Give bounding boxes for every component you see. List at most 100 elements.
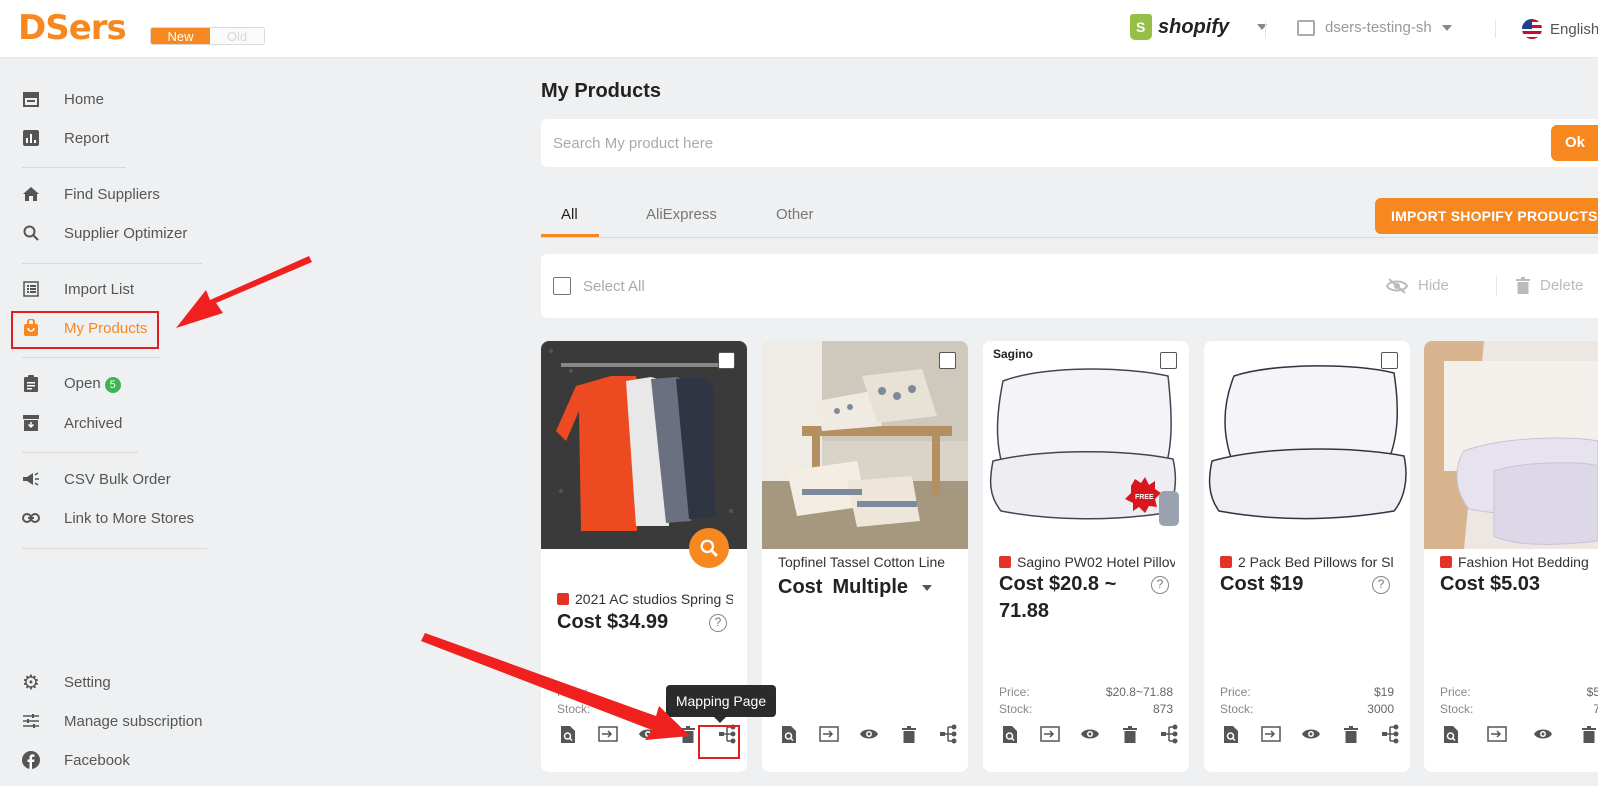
sidebar-item-label: Supplier Optimizer (64, 224, 188, 242)
product-title[interactable]: 2021 AC studios Spring S (557, 591, 733, 607)
trash-icon[interactable] (1578, 723, 1598, 745)
sidebar-item-link-stores[interactable]: Link to More Stores (22, 503, 194, 533)
product-title[interactable]: Fashion Hot Bedding (1440, 554, 1598, 570)
product-title[interactable]: Topfinel Tassel Cotton Line (778, 554, 954, 570)
tab-aliexpress[interactable]: AliExpress (646, 206, 717, 223)
eye-icon[interactable] (858, 723, 880, 745)
sidebar-item-archived[interactable]: Archived (22, 408, 122, 438)
sidebar-item-label: Report (64, 129, 110, 147)
product-card[interactable]: Fashion Hot Bedding Cost $5.03 Price: $5 … (1424, 341, 1598, 772)
eye-icon[interactable] (1300, 723, 1322, 745)
tab-other[interactable]: Other (776, 206, 814, 223)
sidebar-item-facebook[interactable]: Facebook (22, 745, 130, 775)
stock-label: Stock: (557, 702, 591, 716)
push-to-store-icon[interactable] (1039, 723, 1061, 745)
bar-chart-icon (22, 129, 40, 147)
select-all[interactable]: Select All (553, 277, 645, 295)
trash-icon[interactable] (1340, 723, 1362, 745)
sidebar-item-report[interactable]: Report (22, 123, 109, 153)
aliexpress-icon (999, 556, 1011, 568)
stock-label: Stock: (1440, 702, 1474, 716)
product-checkbox[interactable] (718, 352, 735, 369)
trash-icon[interactable] (1119, 723, 1141, 745)
help-icon[interactable]: ? (1372, 576, 1390, 594)
eye-icon[interactable] (1079, 723, 1101, 745)
product-card[interactable]: Sagino FREE Sagino PW02 Hotel Pillov Cos… (983, 341, 1189, 772)
sidebar-item-csv-bulk-order[interactable]: CSV Bulk Order (22, 464, 171, 494)
megaphone-icon (22, 470, 40, 488)
product-checkbox[interactable] (939, 352, 956, 369)
product-detail-icon[interactable] (1440, 723, 1462, 745)
product-image[interactable] (541, 341, 747, 549)
sidebar-item-open[interactable]: Open 5 (22, 369, 121, 399)
product-image[interactable] (1424, 341, 1598, 549)
price-label: Price: (999, 685, 1030, 699)
price-value: $19 (1373, 685, 1394, 699)
dsers-logo[interactable]: DSers (18, 8, 127, 48)
push-to-store-icon[interactable] (818, 723, 840, 745)
product-title-text: 2021 AC studios Spring S (575, 591, 733, 607)
select-all-label: Select All (583, 277, 645, 295)
price-value: $5 (1586, 685, 1598, 699)
archive-icon (22, 414, 40, 432)
product-detail-icon[interactable] (1220, 723, 1242, 745)
product-image[interactable] (762, 341, 968, 549)
platform-selector[interactable]: shopify (1130, 14, 1268, 40)
eye-icon[interactable] (637, 723, 659, 745)
product-image[interactable] (1204, 341, 1410, 549)
version-new-option[interactable]: New (151, 28, 210, 44)
product-cost: Cost $19 (1220, 573, 1304, 595)
sidebar-item-manage-subscription[interactable]: Manage subscription (22, 706, 202, 736)
sidebar-item-label: Link to More Stores (64, 509, 195, 527)
stock-row: Stock: 7 (1440, 702, 1598, 716)
search-icon[interactable] (689, 528, 729, 568)
hide-button[interactable]: Hide (1386, 277, 1449, 294)
mapping-icon[interactable] (938, 723, 960, 745)
trash-icon[interactable] (677, 723, 699, 745)
import-shopify-products-button[interactable]: IMPORT SHOPIFY PRODUCTS (1375, 198, 1598, 234)
product-detail-icon[interactable] (778, 723, 800, 745)
product-image[interactable]: Sagino FREE (983, 341, 1189, 549)
product-checkbox[interactable] (1381, 352, 1398, 369)
product-card[interactable]: Topfinel Tassel Cotton Line Cost Multipl… (762, 341, 968, 772)
sliders-icon (22, 712, 40, 730)
search-input[interactable] (541, 119, 1531, 167)
chevron-down-icon[interactable] (922, 584, 932, 591)
help-icon[interactable]: ? (1151, 576, 1169, 594)
mapping-icon[interactable] (1380, 723, 1402, 745)
search-button[interactable]: Ok (1551, 125, 1598, 161)
product-checkbox[interactable] (1160, 352, 1177, 369)
push-to-store-icon[interactable] (1260, 723, 1282, 745)
mapping-icon[interactable] (1159, 723, 1181, 745)
select-all-checkbox[interactable] (553, 277, 571, 295)
divider (22, 357, 160, 358)
push-to-store-icon[interactable] (597, 723, 619, 745)
product-title[interactable]: Sagino PW02 Hotel Pillov (999, 554, 1175, 570)
delete-button[interactable]: Delete (1516, 277, 1583, 294)
sidebar-item-supplier-optimizer[interactable]: Supplier Optimizer (22, 218, 187, 248)
bulk-action-bar: Select All Hide Delete (541, 254, 1598, 318)
sidebar: Home Report Find Suppliers Supplier Opti… (0, 59, 230, 786)
help-icon[interactable]: ? (709, 614, 727, 632)
version-old-option[interactable]: Old (210, 28, 264, 44)
sidebar-item-home[interactable]: Home (22, 84, 104, 114)
product-cost: Cost Multiple (778, 574, 958, 601)
stock-row: Stock: 3000 (1220, 702, 1394, 716)
tab-all[interactable]: All (561, 206, 578, 223)
push-to-store-icon[interactable] (1486, 723, 1508, 745)
store-selector[interactable]: dsers-testing-sh (1297, 19, 1452, 36)
store-icon (22, 90, 40, 108)
eye-icon[interactable] (1532, 723, 1554, 745)
version-toggle[interactable]: New Old (150, 27, 265, 45)
sidebar-item-setting[interactable]: ⚙ Setting (22, 667, 111, 697)
product-title[interactable]: 2 Pack Bed Pillows for Sl (1220, 554, 1396, 570)
sidebar-item-find-suppliers[interactable]: Find Suppliers (22, 179, 160, 209)
aliexpress-icon (1440, 556, 1452, 568)
product-detail-icon[interactable] (557, 723, 579, 745)
language-selector[interactable]: English (1522, 19, 1598, 39)
product-card[interactable]: 2 Pack Bed Pillows for Sl Cost $19 ? Pri… (1204, 341, 1410, 772)
product-detail-icon[interactable] (999, 723, 1021, 745)
trash-icon[interactable] (898, 723, 920, 745)
divider (22, 263, 202, 264)
sidebar-item-import-list[interactable]: Import List (22, 274, 134, 304)
